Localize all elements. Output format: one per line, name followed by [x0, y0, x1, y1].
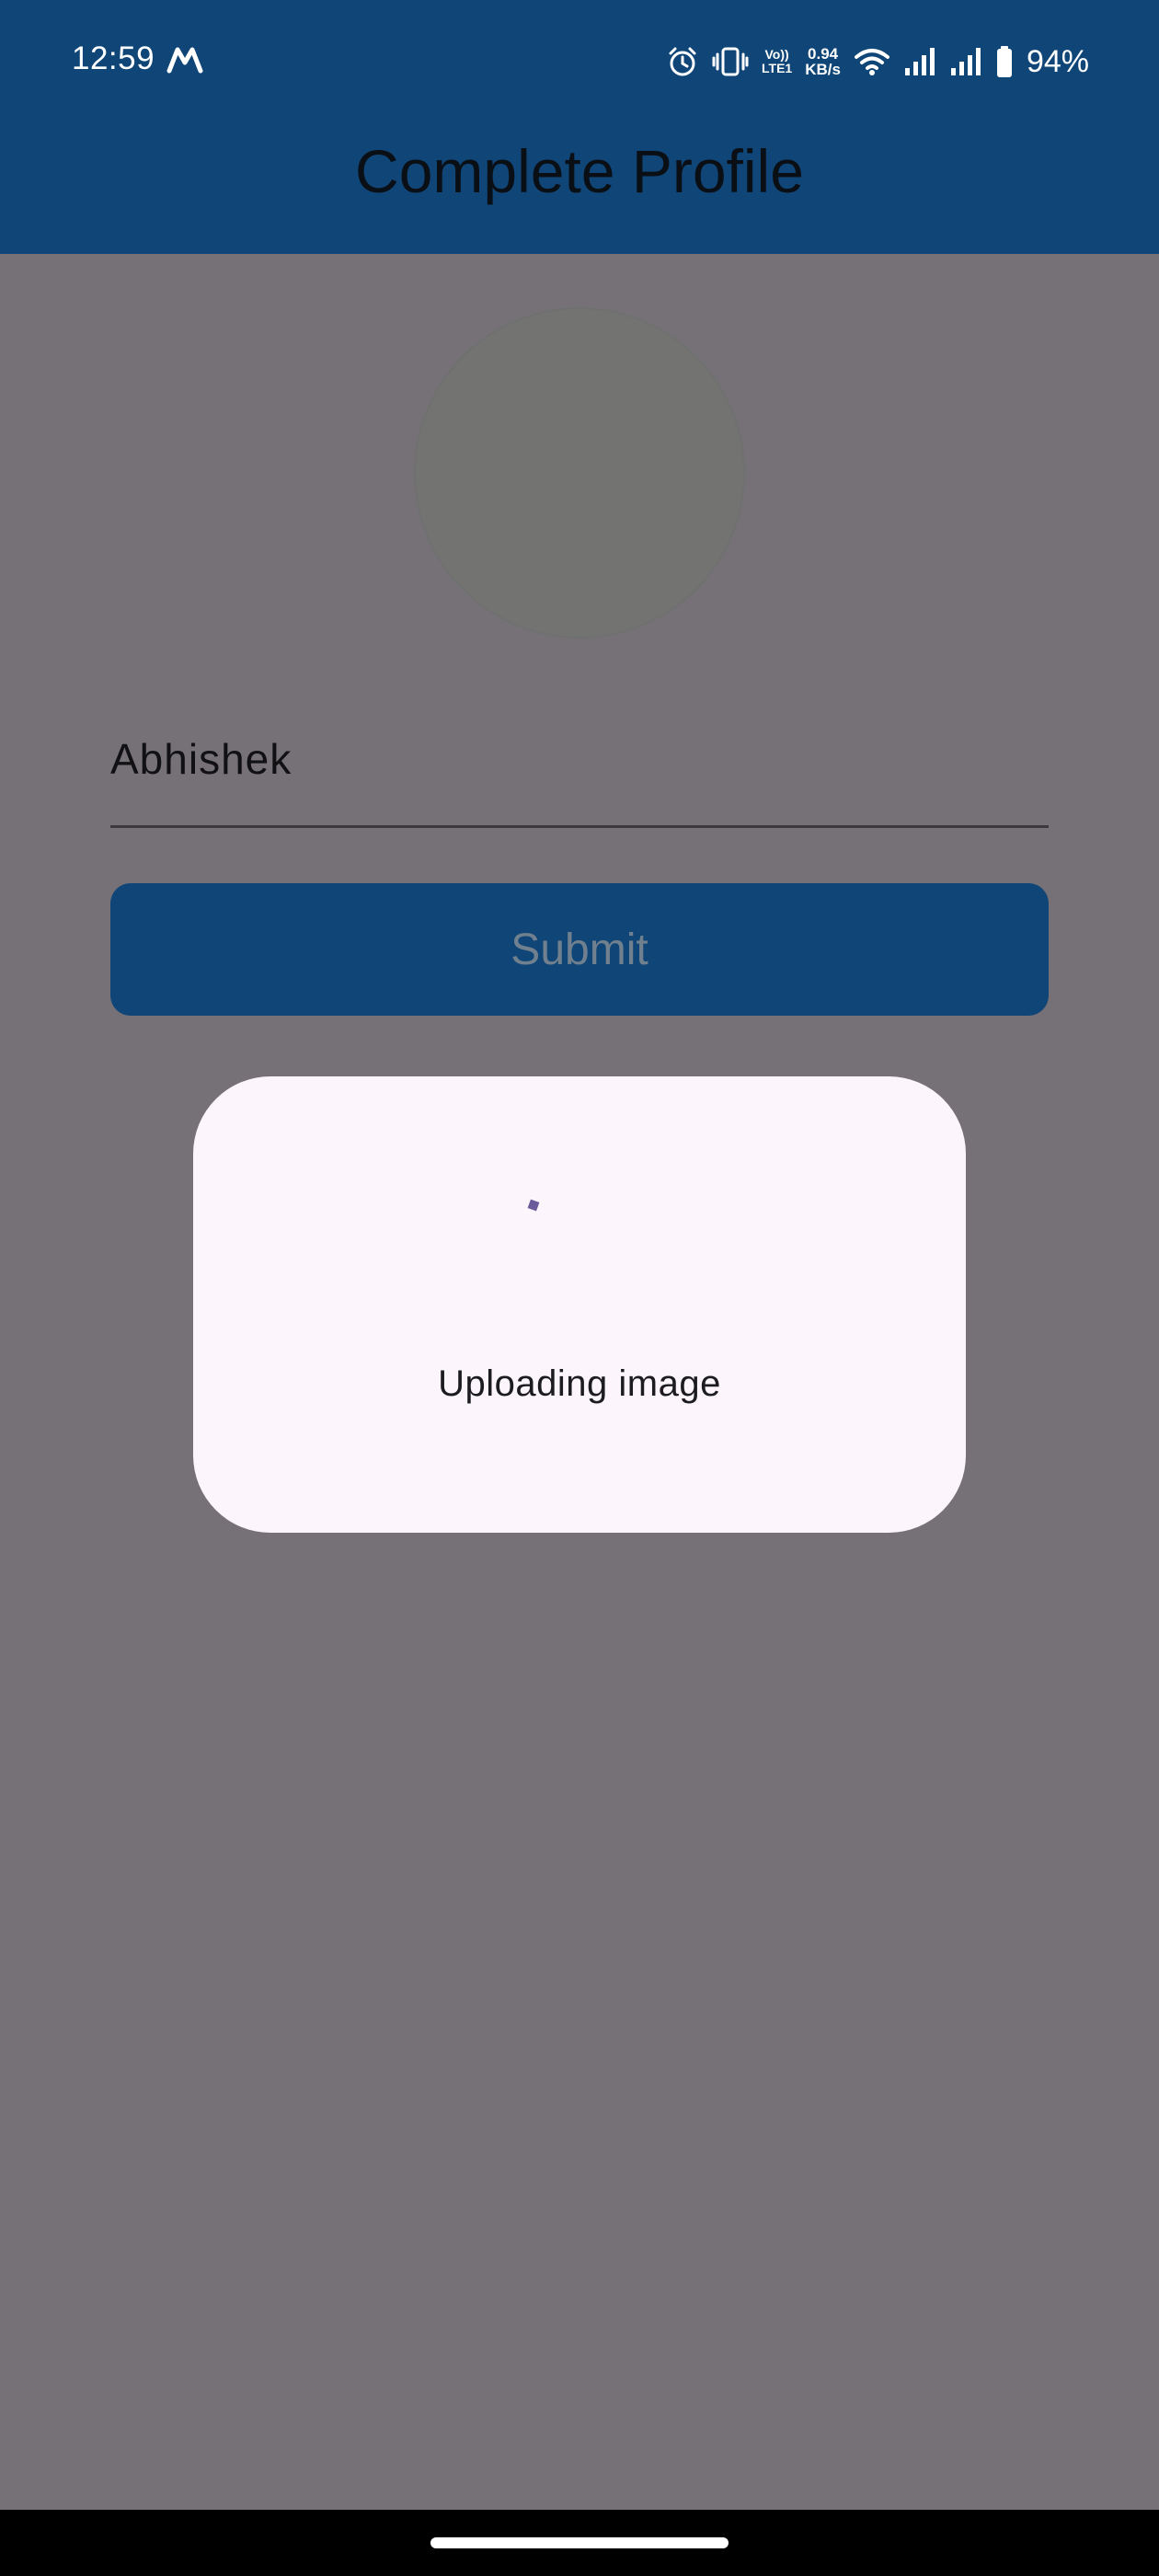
avatar[interactable]	[414, 307, 745, 638]
page-title: Complete Profile	[355, 137, 804, 205]
volte-icon: Vo)) LTE1	[762, 48, 792, 75]
submit-button[interactable]: Submit	[110, 883, 1049, 1016]
volte-bottom-label: LTE1	[762, 61, 793, 75]
volte-top-label: Vo))	[764, 47, 789, 62]
signal-icon	[949, 46, 982, 77]
upload-dialog	[193, 1076, 966, 1533]
signal-icon	[903, 46, 936, 77]
status-icons: Vo)) LTE1 0.94 KB/s 94%	[666, 39, 1089, 85]
name-value: Abhishek	[110, 735, 293, 783]
dialog-message: Uploading image	[438, 1363, 721, 1404]
m-logo-icon	[166, 46, 203, 74]
app-header: 12:59 Vo)) LTE1 0.94 KB/s 94% Complete P…	[0, 0, 1159, 254]
vibrate-icon	[712, 46, 749, 77]
submit-label: Submit	[511, 925, 648, 974]
battery-icon	[995, 45, 1014, 78]
loading-spinner-icon	[526, 1198, 541, 1213]
status-bar: 12:59 Vo)) LTE1 0.94 KB/s 94%	[0, 0, 1159, 123]
wifi-icon	[854, 47, 890, 76]
net-speed-unit: KB/s	[805, 61, 841, 78]
home-indicator[interactable]	[430, 2537, 729, 2548]
name-field[interactable]: Abhishek	[110, 714, 1049, 828]
alarm-icon	[666, 45, 699, 78]
net-speed-value: 0.94	[808, 45, 839, 63]
battery-percent: 94%	[1026, 43, 1089, 79]
status-time: 12:59	[72, 40, 155, 76]
net-speed: 0.94 KB/s	[805, 46, 841, 77]
